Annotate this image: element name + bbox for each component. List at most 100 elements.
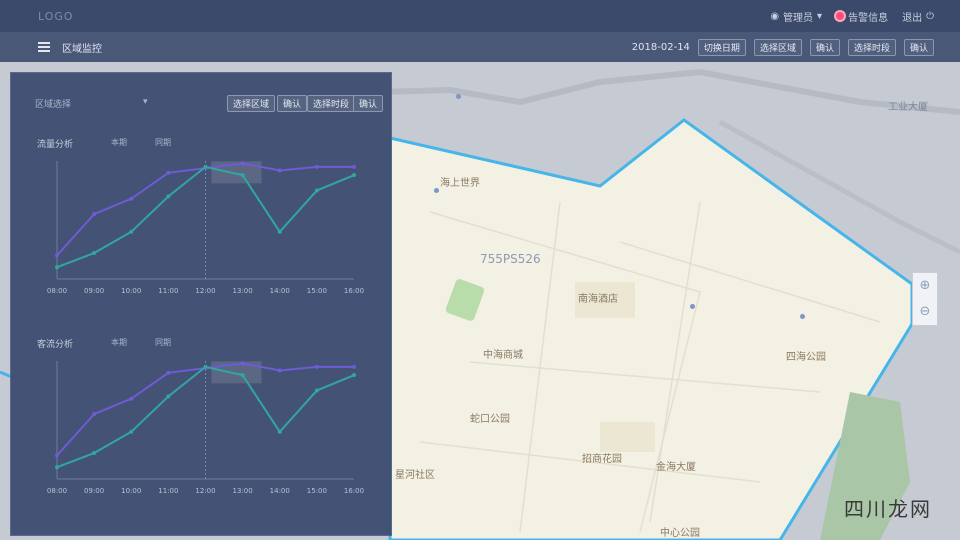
- region-confirm-button[interactable]: 确认: [809, 38, 840, 56]
- x-tick-label: 15:00: [307, 487, 327, 495]
- zoom-out-icon[interactable]: ⊖: [920, 305, 931, 319]
- power-icon: ⏻: [926, 10, 934, 22]
- data-point: [277, 229, 282, 234]
- user-menu-label: 管理员: [783, 12, 814, 24]
- poi-marker: [800, 314, 805, 319]
- legend-item: 同期: [155, 338, 171, 347]
- x-tick-label: 16:00: [344, 287, 364, 295]
- map-label: 蛇口公园: [470, 414, 510, 425]
- data-point: [203, 164, 208, 169]
- time-confirm-button[interactable]: 确认: [903, 38, 934, 56]
- region-select[interactable]: 选择区域: [753, 38, 802, 56]
- x-tick-label: 09:00: [84, 487, 104, 495]
- panel-time-confirm-button[interactable]: 确认: [353, 95, 384, 112]
- x-tick-label: 11:00: [158, 487, 178, 495]
- data-point: [240, 373, 245, 378]
- data-point: [92, 251, 97, 256]
- chevron-down-icon: ▾: [817, 10, 823, 22]
- x-tick-label: 09:00: [84, 287, 104, 295]
- chart-svg: 08:00 09:00 10:00 11:00 12:00 13:00 14:00 15:00…: [47, 161, 364, 295]
- data-point: [240, 161, 245, 166]
- chevron-down-icon: ▾: [143, 97, 148, 107]
- x-tick-label: 12:00: [195, 487, 215, 495]
- watermark: 四川龙网: [844, 497, 932, 521]
- chart-panel: 区域选择 ▾ 选择区域 确认 选择时段 确认 流量分析 本期 同期 08:00 0…: [10, 72, 392, 536]
- data-point: [314, 364, 319, 369]
- data-point: [314, 388, 319, 393]
- data-point: [55, 465, 59, 470]
- data-point: [92, 451, 97, 456]
- x-tick-label: 16:00: [344, 487, 364, 495]
- x-tick-label: 13:00: [233, 487, 253, 495]
- data-point: [92, 212, 97, 217]
- map-label: 南海酒店: [578, 294, 618, 305]
- x-tick-label: 10:00: [121, 287, 141, 295]
- panel-header: 区域选择 ▾ 选择区域 确认 选择时段 确认: [11, 73, 391, 112]
- data-point: [129, 396, 134, 401]
- panel-confirm-button[interactable]: 确认: [277, 95, 308, 112]
- zoom-in-icon[interactable]: ⊕: [920, 279, 931, 293]
- x-tick-label: 11:00: [158, 287, 178, 295]
- data-point: [166, 370, 171, 375]
- x-tick-label: 14:00: [270, 287, 290, 295]
- data-point: [55, 453, 59, 458]
- data-point: [55, 253, 59, 258]
- data-point: [352, 373, 356, 378]
- date-switch-button[interactable]: 切换日期: [697, 38, 746, 56]
- poi-marker: [690, 304, 695, 309]
- x-tick-label: 15:00: [307, 287, 327, 295]
- time-select[interactable]: 选择时段: [847, 38, 896, 56]
- map-label: 工业大厦: [888, 102, 928, 113]
- data-point: [129, 196, 134, 201]
- exit-link[interactable]: 退出 ⏻: [902, 9, 934, 24]
- top-bar: LOGO ◉ 管理员 ▾ 告警信息 退出 ⏻: [0, 0, 960, 32]
- data-point: [55, 265, 59, 270]
- x-tick-label: 10:00: [121, 487, 141, 495]
- chart-title: 客流分析: [37, 340, 74, 350]
- map-label: 招商花园: [582, 454, 622, 465]
- poi-marker: [456, 94, 461, 99]
- data-point: [314, 164, 319, 169]
- logo: LOGO: [38, 9, 74, 23]
- x-tick-label: 08:00: [47, 487, 67, 495]
- data-point: [129, 229, 134, 234]
- map-label: 中心公园: [660, 528, 700, 539]
- map-label: 海上世界: [440, 178, 480, 189]
- chart-svg: 08:00 09:00 10:00 11:00 12:00 13:00 14:00 15:00…: [47, 361, 364, 495]
- map-label: 四海公园: [786, 352, 826, 363]
- exit-label: 退出: [902, 12, 923, 24]
- alert-label: 告警信息: [848, 12, 889, 24]
- menu-icon[interactable]: [38, 42, 50, 52]
- x-tick-label: 14:00: [270, 487, 290, 495]
- data-point: [352, 364, 356, 369]
- data-point: [240, 173, 245, 178]
- panel-time-button[interactable]: 选择时段: [307, 95, 356, 112]
- data-point: [277, 429, 282, 434]
- data-point: [166, 170, 171, 175]
- data-point: [203, 364, 208, 369]
- data-point: [277, 368, 282, 373]
- user-menu[interactable]: ◉ 管理员 ▾: [770, 9, 822, 24]
- region-code-label: 755PS526: [480, 252, 541, 266]
- date-display: 2018-02-14: [631, 41, 690, 53]
- data-point: [129, 429, 134, 434]
- x-tick-label: 13:00: [233, 287, 253, 295]
- panel-select-button[interactable]: 选择区域: [227, 95, 276, 112]
- data-point: [166, 194, 171, 199]
- legend-item: 同期: [155, 138, 171, 147]
- x-tick-label: 08:00: [47, 287, 67, 295]
- data-point: [352, 173, 356, 178]
- data-point: [240, 361, 245, 366]
- user-icon: ◉: [770, 10, 780, 22]
- map-label: 中海商城: [483, 350, 523, 361]
- page-title: 区域监控: [62, 43, 102, 55]
- legend-item: 本期: [111, 338, 127, 347]
- chart-passenger: 客流分析 本期 同期 08:00 09:00 10:00 11:00 12:00 13:0…: [19, 331, 381, 511]
- alert-link[interactable]: 告警信息: [836, 9, 888, 24]
- chart-title: 流量分析: [37, 140, 74, 150]
- panel-dropdown[interactable]: 区域选择: [35, 97, 71, 110]
- zoom-control: ⊕ ⊖: [912, 272, 938, 326]
- legend-item: 本期: [111, 138, 127, 147]
- data-point: [277, 168, 282, 173]
- map-label: 星河社区: [395, 470, 435, 481]
